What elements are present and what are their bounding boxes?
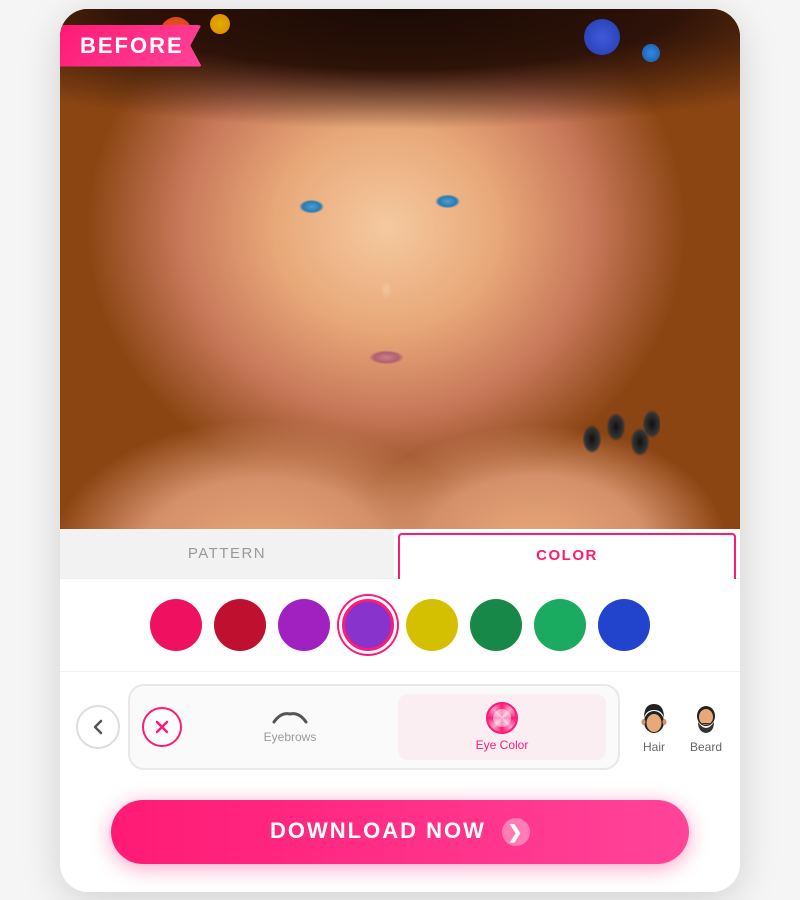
download-arrow-icon: ❯ — [502, 818, 530, 846]
bokeh-blue — [584, 19, 620, 55]
download-button-label: DOWNLOAD NOW — [270, 818, 486, 843]
eyebrows-icon — [272, 710, 308, 726]
extra-tools: Hair Beard — [636, 700, 724, 754]
tab-color[interactable]: COLOR — [398, 533, 736, 579]
toolbar-row: Eyebrows Eye Color — [60, 671, 740, 782]
close-icon — [154, 719, 170, 735]
hands-overlay — [60, 249, 740, 529]
color-blue[interactable] — [598, 599, 650, 651]
color-swatches-row — [60, 579, 740, 671]
color-violet[interactable] — [342, 599, 394, 651]
tab-pattern[interactable]: PATTERN — [60, 529, 394, 578]
beard-icon — [688, 700, 724, 736]
tool-eye-color-label: Eye Color — [476, 738, 529, 752]
color-purple[interactable] — [278, 599, 330, 651]
tool-eyebrows[interactable]: Eyebrows — [186, 702, 394, 752]
app-container: BEFORE PATTERN COLOR — [60, 9, 740, 892]
before-badge: BEFORE — [60, 25, 202, 67]
tool-eye-color[interactable]: Eye Color — [398, 694, 606, 760]
nails-overlay — [580, 409, 660, 469]
color-teal-green[interactable] — [534, 599, 586, 651]
close-tool-button[interactable] — [142, 707, 182, 747]
tool-beard-label: Beard — [690, 740, 722, 754]
eye-color-icon — [486, 702, 518, 734]
color-yellow[interactable] — [406, 599, 458, 651]
tool-hair[interactable]: Hair — [636, 700, 672, 754]
download-button[interactable]: DOWNLOAD NOW ❯ — [111, 800, 689, 864]
tabs-row: PATTERN COLOR — [60, 529, 740, 579]
hair-icon — [636, 700, 672, 736]
bokeh-blue-small — [642, 44, 660, 62]
photo-preview: BEFORE — [60, 9, 740, 529]
back-button[interactable] — [76, 705, 120, 749]
color-green[interactable] — [470, 599, 522, 651]
tool-eyebrows-label: Eyebrows — [264, 730, 317, 744]
back-icon — [88, 717, 108, 737]
tools-panel: Eyebrows Eye Color — [128, 684, 620, 770]
color-crimson[interactable] — [214, 599, 266, 651]
tool-beard[interactable]: Beard — [688, 700, 724, 754]
tool-hair-label: Hair — [643, 740, 665, 754]
bokeh-yellow — [210, 14, 230, 34]
color-hot-pink[interactable] — [150, 599, 202, 651]
